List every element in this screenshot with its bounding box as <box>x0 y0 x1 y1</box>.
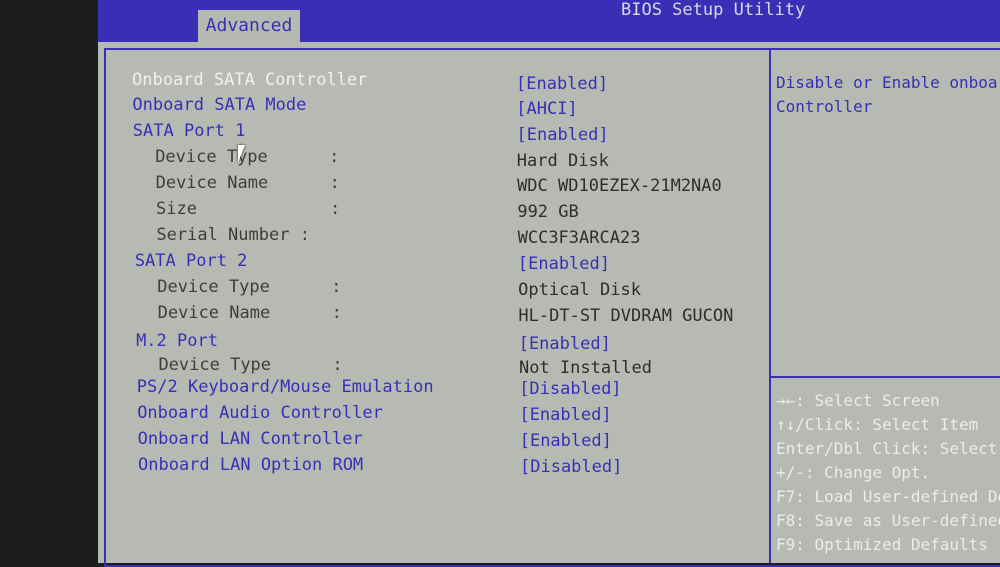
info-value: 992 GB <box>517 202 579 223</box>
tab-advanced[interactable]: Advanced <box>198 10 300 44</box>
info-label: Size : <box>156 199 341 219</box>
key-hint: F9: Optimized Defaults <box>776 535 988 554</box>
setting-label[interactable]: Onboard Audio Controller <box>137 403 383 423</box>
info-label: Device Type : <box>157 277 342 297</box>
info-value: Not Installed <box>518 357 653 378</box>
setting-label[interactable]: M.2 Port <box>136 331 218 351</box>
column-divider <box>769 48 771 563</box>
setting-value[interactable]: [Disabled] <box>520 457 622 477</box>
info-label: Serial Number : <box>156 225 310 245</box>
key-hint: Enter/Dbl Click: Select <box>776 439 998 458</box>
key-hint: F8: Save as User-defined <box>776 511 1000 530</box>
key-hint: ↑↓/Click: Select Item <box>776 415 979 434</box>
info-label: Device Name : <box>157 303 342 323</box>
setting-label[interactable]: Onboard SATA Mode <box>132 95 306 115</box>
info-value: WCC3F3ARCA23 <box>517 228 641 249</box>
setting-label[interactable]: SATA Port 2 <box>135 251 248 271</box>
setting-value[interactable]: [Enabled] <box>520 431 612 451</box>
setting-value[interactable]: [Enabled] <box>519 405 611 425</box>
help-divider <box>771 376 1000 378</box>
info-label: Device Name : <box>155 173 340 193</box>
info-value: Optical Disk <box>518 279 641 300</box>
info-value: HL-DT-ST DVDRAM GUCON <box>518 305 734 326</box>
bios-title: BIOS Setup Utility <box>621 0 806 20</box>
info-value: WDC WD10EZEX-21M2NA0 <box>517 176 722 197</box>
setting-value[interactable]: [Enabled] <box>518 254 610 274</box>
setting-label[interactable]: Onboard SATA Controller <box>132 70 367 90</box>
info-label: Device Type : <box>155 147 340 167</box>
help-line: Controller <box>776 97 873 116</box>
key-hint: +/-: Change Opt. <box>776 463 931 482</box>
setting-value[interactable]: [Disabled] <box>519 379 621 399</box>
mouse-cursor-icon <box>238 145 245 163</box>
setting-value[interactable]: [Enabled] <box>519 334 611 354</box>
setting-value[interactable]: [Enabled] <box>517 125 609 145</box>
setting-label[interactable]: Onboard LAN Controller <box>138 429 363 449</box>
setting-label[interactable]: Onboard LAN Option ROM <box>138 455 363 475</box>
setting-label[interactable]: SATA Port 1 <box>133 121 246 141</box>
setting-label[interactable]: PS/2 Keyboard/Mouse Emulation <box>137 377 434 397</box>
key-hint: →←: Select Screen <box>776 391 940 410</box>
setting-value[interactable]: [Enabled] <box>516 74 608 94</box>
info-value: Hard Disk <box>516 150 609 171</box>
key-hint: F7: Load User-defined De <box>776 487 1000 506</box>
info-label: Device Type : <box>158 355 343 375</box>
setting-value[interactable]: [AHCI] <box>516 99 577 119</box>
help-line: Disable or Enable onboa <box>776 73 998 92</box>
